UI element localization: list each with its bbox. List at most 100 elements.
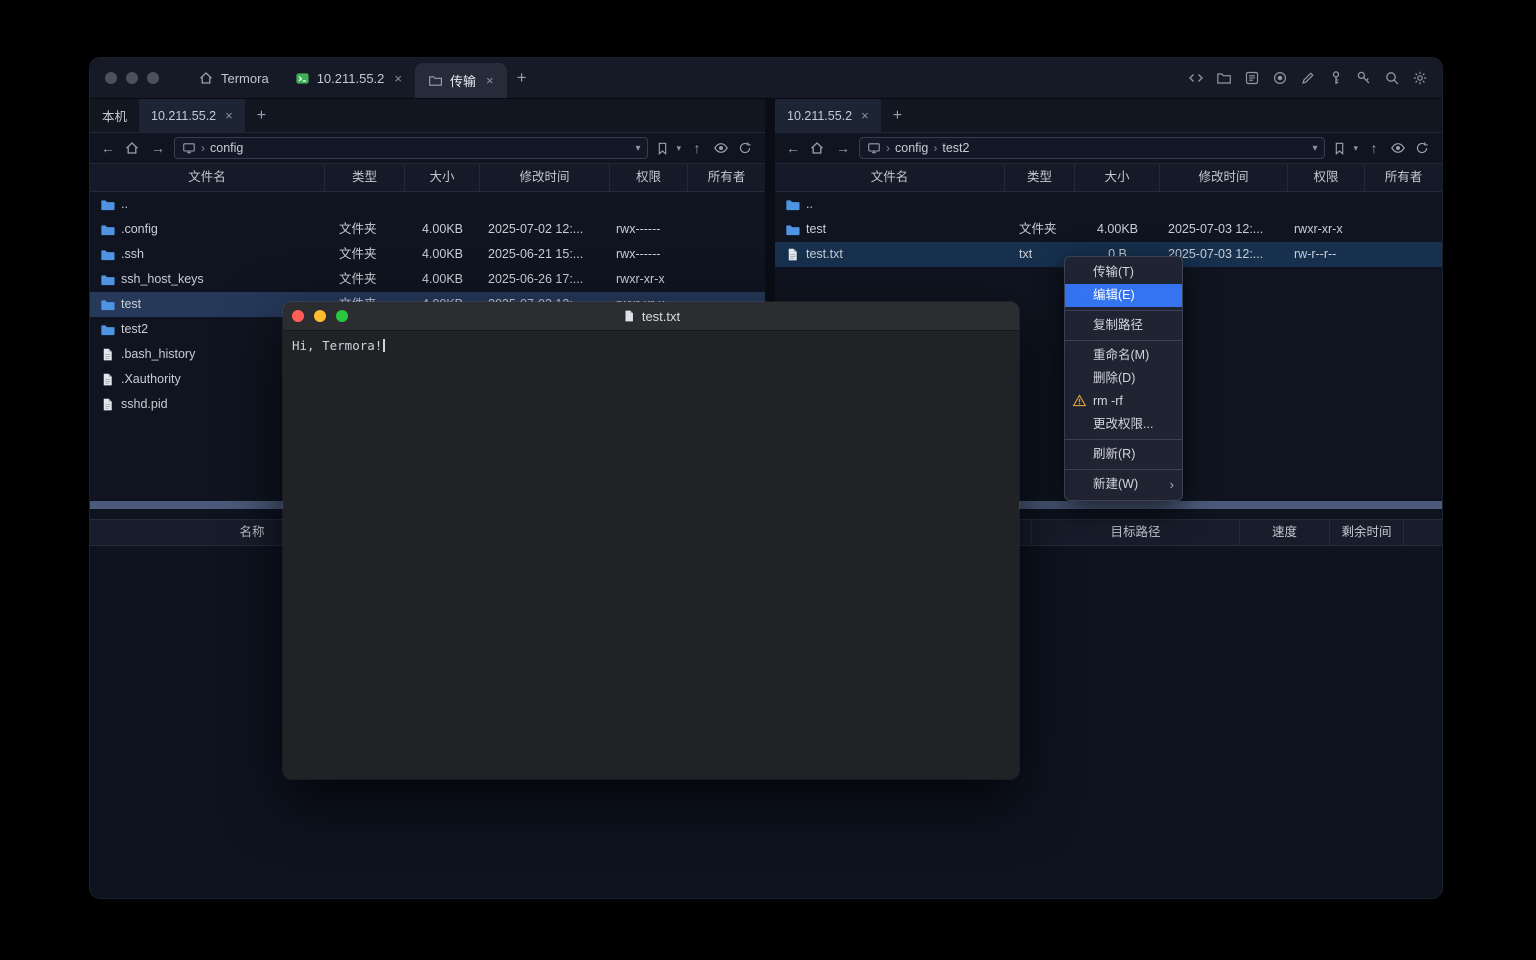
column-header-perm[interactable]: 权限 <box>1288 164 1365 191</box>
column-header-speed[interactable]: 速度 <box>1240 520 1330 545</box>
document-icon <box>622 309 636 323</box>
column-header-owner[interactable]: 所有者 <box>688 164 765 191</box>
left-nav-toolbar: ← → › config ▾ ▾ ↑ <box>90 133 765 164</box>
breadcrumb-segment[interactable]: config <box>895 141 928 155</box>
warning-icon <box>1072 393 1087 408</box>
minimize-button[interactable] <box>314 310 326 322</box>
chevron-down-icon[interactable]: ▾ <box>635 143 640 154</box>
chevron-down-icon[interactable]: ▾ <box>1312 143 1317 154</box>
macro-record-icon[interactable] <box>1272 70 1288 86</box>
path-breadcrumb[interactable]: › config ▾ <box>174 137 648 159</box>
event-log-icon[interactable] <box>1244 70 1260 86</box>
breadcrumb-segment[interactable]: config <box>210 141 243 155</box>
column-header-time-left[interactable]: 剩余时间 <box>1330 520 1404 545</box>
settings-icon[interactable] <box>1412 70 1428 86</box>
menu-item-rename[interactable]: 重命名(M) <box>1065 344 1182 367</box>
titlebar-actions <box>1188 58 1428 98</box>
breadcrumb-separator: › <box>886 141 890 155</box>
parent-dir-button[interactable]: ↑ <box>688 141 706 155</box>
file-row[interactable]: .ssh 文件夹 4.00KB 2025-06-21 15:... rwx---… <box>90 242 765 267</box>
folder-icon[interactable] <box>1216 70 1232 86</box>
menu-separator <box>1065 310 1182 311</box>
zoom-button[interactable] <box>336 310 348 322</box>
forward-button[interactable]: → <box>834 141 852 155</box>
file-row[interactable]: test 文件夹 4.00KB 2025-07-03 12:... rwxr-x… <box>775 217 1442 242</box>
edit-icon[interactable] <box>1300 70 1316 86</box>
parent-dir-button[interactable]: ↑ <box>1365 141 1383 155</box>
new-tab-button[interactable]: + <box>881 99 914 132</box>
close-icon[interactable]: × <box>225 109 233 122</box>
menu-item-change-permissions[interactable]: 更改权限... <box>1065 413 1182 436</box>
chevron-down-icon[interactable]: ▾ <box>676 143 681 154</box>
home-button[interactable] <box>809 140 827 156</box>
editor-content[interactable]: Hi, Termora! <box>283 331 1019 360</box>
column-header-type[interactable]: 类型 <box>325 164 405 191</box>
file-row[interactable]: ssh_host_keys 文件夹 4.00KB 2025-06-26 17:.… <box>90 267 765 292</box>
tab-transfer[interactable]: 传输 × <box>415 63 507 98</box>
breadcrumb-segment[interactable]: test2 <box>942 141 969 155</box>
column-header-modified[interactable]: 修改时间 <box>480 164 610 191</box>
tab-label: 传输 <box>450 71 476 90</box>
column-header-name[interactable]: 文件名 <box>775 164 1005 191</box>
file-row[interactable]: .config 文件夹 4.00KB 2025-07-02 12:... rwx… <box>90 217 765 242</box>
file-icon <box>100 397 115 412</box>
file-icon <box>100 347 115 362</box>
menu-item-new[interactable]: 新建(W) › <box>1065 473 1182 496</box>
show-hidden-button[interactable] <box>713 140 731 156</box>
path-breadcrumb[interactable]: › config › test2 ▾ <box>859 137 1325 159</box>
column-header-type[interactable]: 类型 <box>1005 164 1075 191</box>
menu-item-delete[interactable]: 删除(D) <box>1065 367 1182 390</box>
column-header-owner[interactable]: 所有者 <box>1365 164 1442 191</box>
menu-item-refresh[interactable]: 刷新(R) <box>1065 443 1182 466</box>
menu-item-transfer[interactable]: 传输(T) <box>1065 261 1182 284</box>
tab-label: 10.211.55.2 <box>787 109 852 123</box>
editor-titlebar[interactable]: test.txt <box>283 302 1019 331</box>
menu-separator <box>1065 340 1182 341</box>
bookmark-button[interactable] <box>655 141 673 156</box>
column-header-size[interactable]: 大小 <box>405 164 480 191</box>
forward-button[interactable]: → <box>149 141 167 155</box>
back-button[interactable]: ← <box>99 141 117 155</box>
menu-item-edit[interactable]: 编辑(E) <box>1065 284 1182 307</box>
close-icon[interactable]: × <box>486 74 494 87</box>
show-hidden-button[interactable] <box>1390 140 1408 156</box>
home-button[interactable] <box>124 140 142 156</box>
menu-item-rm-rf[interactable]: rm -rf <box>1065 390 1182 413</box>
window-zoom-button[interactable] <box>147 72 159 84</box>
column-header-modified[interactable]: 修改时间 <box>1160 164 1288 191</box>
traffic-lights <box>292 310 348 322</box>
tab-remote-host[interactable]: 10.211.55.2 × <box>775 99 881 132</box>
text-cursor <box>383 339 385 352</box>
file-icon <box>785 247 800 262</box>
bookmark-button[interactable] <box>1332 141 1350 156</box>
refresh-button[interactable] <box>1415 141 1433 155</box>
menu-item-copy-path[interactable]: 复制路径 <box>1065 314 1182 337</box>
new-tab-button[interactable]: + <box>245 99 278 132</box>
file-row[interactable]: .. <box>775 192 1442 217</box>
close-button[interactable] <box>292 310 304 322</box>
column-header-target-path[interactable]: 目标路径 <box>1032 520 1240 545</box>
folder-icon <box>100 297 115 312</box>
file-row[interactable]: .. <box>90 192 765 217</box>
new-tab-button[interactable]: + <box>517 68 527 88</box>
keychain-icon[interactable] <box>1356 70 1372 86</box>
tab-termora[interactable]: Termora <box>185 58 282 98</box>
close-icon[interactable]: × <box>394 72 402 85</box>
folder-icon <box>785 222 800 237</box>
right-nav-toolbar: ← → › config › test2 ▾ ▾ ↑ <box>775 133 1442 164</box>
code-icon[interactable] <box>1188 70 1204 86</box>
chevron-down-icon[interactable]: ▾ <box>1353 143 1358 154</box>
search-icon[interactable] <box>1384 70 1400 86</box>
close-icon[interactable]: × <box>861 109 869 122</box>
back-button[interactable]: ← <box>784 141 802 155</box>
column-header-size[interactable]: 大小 <box>1075 164 1160 191</box>
tab-host-terminal[interactable]: 10.211.55.2 × <box>282 58 415 98</box>
tab-remote-host[interactable]: 10.211.55.2 × <box>139 99 245 132</box>
column-header-perm[interactable]: 权限 <box>610 164 688 191</box>
tab-local[interactable]: 本机 <box>90 99 139 132</box>
column-header-name[interactable]: 文件名 <box>90 164 325 191</box>
key-manager-icon[interactable] <box>1328 70 1344 86</box>
window-close-button[interactable] <box>105 72 117 84</box>
refresh-button[interactable] <box>738 141 756 155</box>
window-minimize-button[interactable] <box>126 72 138 84</box>
